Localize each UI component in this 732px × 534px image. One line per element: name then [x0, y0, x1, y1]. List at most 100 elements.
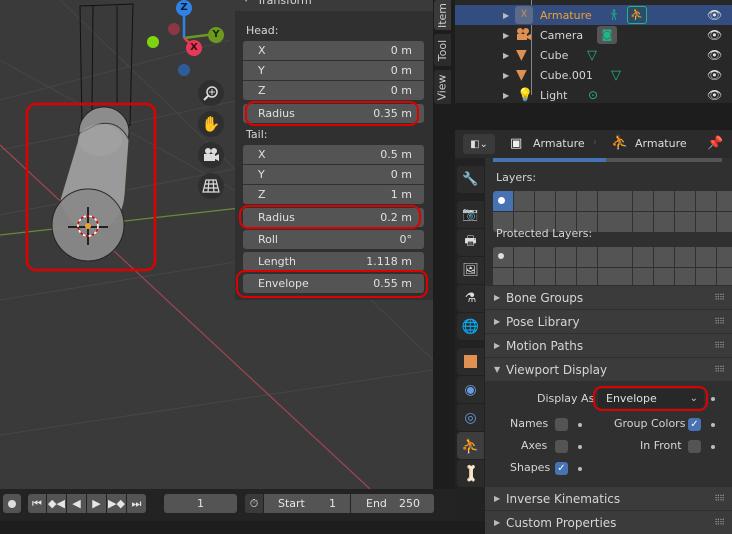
eye-icon[interactable]: 👁 [707, 28, 722, 42]
timeline-header: ⏮ ◆◀ ◀ ▶ ▶◆ ⏭ 1 ⏱ Start 1 End 250 [0, 489, 455, 521]
tab-output[interactable]: 🖶 [457, 229, 484, 256]
camera-data-icon[interactable]: ◙ [597, 26, 617, 44]
zoom-icon [203, 86, 218, 101]
armature-data-icon[interactable]: 𐀪 [610, 6, 618, 24]
start-frame-field[interactable]: Start 1 [264, 494, 350, 513]
drag-grip-icon[interactable]: ⠿⠿ [714, 365, 725, 374]
axes-checkbox[interactable] [555, 440, 568, 453]
tab-armature-data[interactable]: ⛹ [457, 432, 484, 459]
pin-icon[interactable]: 📌 [707, 136, 723, 151]
record-button[interactable] [3, 494, 21, 513]
tab-render[interactable]: 📷 [457, 201, 484, 228]
display-as-highlight [593, 386, 708, 411]
mesh-data-icon[interactable]: ▽ [587, 48, 597, 63]
tail-label: Tail: [246, 128, 268, 141]
hand-pan-icon: ✋ [201, 115, 221, 133]
protected-layers-grid-right[interactable] [612, 247, 732, 288]
panel-bone-groups[interactable]: ▶ Bone Groups ⠿⠿ [485, 285, 732, 309]
camera-view-button[interactable] [198, 142, 224, 168]
pose-icon[interactable]: ⛹ [627, 6, 647, 24]
tail-z-field[interactable]: Z1 m [243, 185, 424, 204]
current-frame-field[interactable]: 1 [164, 494, 237, 513]
eye-icon[interactable]: 👁 [707, 8, 722, 22]
play-button[interactable]: ▶ [87, 494, 106, 513]
play-reverse-button[interactable]: ◀ [67, 494, 86, 513]
roll-field[interactable]: Roll 0° [243, 230, 424, 249]
tab-tool-settings[interactable]: 🔧 [457, 166, 484, 193]
head-radius-highlight [245, 101, 419, 126]
mesh-data-icon[interactable]: ▽ [611, 68, 621, 83]
light-data-icon[interactable]: ⊙ [588, 88, 598, 102]
length-field[interactable]: Length 1.118 m [243, 252, 424, 271]
object-icon: ▣ [510, 136, 523, 151]
keyframe-dot[interactable] [711, 397, 715, 401]
drag-grip-icon[interactable]: ⠿⠿ [714, 341, 725, 350]
layers-grid-right[interactable] [612, 191, 732, 232]
gizmo-z-axis[interactable]: Z [176, 0, 192, 16]
editor-type-dropdown[interactable]: ◧⌄ [463, 134, 495, 154]
jump-start-button[interactable]: ⏮ [28, 494, 46, 513]
drag-grip-icon[interactable]: ⠿⠿ [714, 518, 725, 527]
head-x-field[interactable]: X0 m [243, 41, 424, 60]
gizmo-neg-z [178, 64, 190, 76]
tab-scene[interactable]: ⚗ [457, 285, 484, 312]
world-icon: 🌐 [461, 318, 480, 335]
tab-bone[interactable]: 🦴 [457, 460, 484, 487]
keyframe-dot[interactable] [711, 423, 715, 427]
pan-button[interactable]: ✋ [198, 111, 224, 137]
tab-world[interactable]: 🌐 [457, 313, 484, 340]
drag-grip-icon[interactable]: ⠿⠿ [714, 494, 725, 503]
drag-grip-icon[interactable]: ⠿⠿ [714, 317, 725, 326]
prev-keyframe-button[interactable]: ◆◀ [47, 494, 66, 513]
names-checkbox[interactable] [555, 418, 568, 431]
mesh-object-icon: ▼ [516, 67, 527, 83]
outliner-item-light[interactable]: ▶ 💡 Light ⊙ 👁 [455, 85, 732, 105]
panel-inverse-kinematics[interactable]: ▶ Inverse Kinematics ⠿⠿ [485, 486, 732, 510]
keyframe-dot[interactable] [578, 445, 582, 449]
outliner-item-armature[interactable]: ▶ ☓ Armature 𐀪 ⛹ 👁 [455, 5, 732, 25]
keyframe-dot[interactable] [578, 423, 582, 427]
gizmo-y-axis[interactable]: Y [208, 27, 224, 43]
keyframe-dot[interactable] [578, 467, 582, 471]
eye-icon[interactable]: 👁 [707, 88, 722, 102]
outliner-item-cube[interactable]: ▶ ▼ Cube ▽ 👁 [455, 45, 732, 65]
tab-view-layer[interactable]: 🖼 [457, 257, 484, 284]
ortho-toggle-button[interactable] [198, 173, 224, 199]
scene-icon: ⚗ [464, 291, 477, 306]
tail-x-field[interactable]: X 0.5 m [243, 145, 424, 164]
use-preview-range-button[interactable]: ⏱ [245, 494, 263, 513]
armature-icon: ⛹ [461, 436, 480, 455]
group-colors-checkbox[interactable]: ✓ [688, 418, 701, 431]
tab-physics[interactable]: ◉ [457, 376, 484, 403]
expand-arrow-icon: ▶ [503, 90, 510, 100]
eye-icon[interactable]: 👁 [707, 68, 722, 82]
tail-y-field[interactable]: Y0 m [243, 165, 424, 184]
jump-end-button[interactable]: ⏭ [127, 494, 146, 513]
panel-pose-library[interactable]: ▶ Pose Library ⠿⠿ [485, 309, 732, 333]
properties-header: ◧⌄ ▣ Armature › ⛹ Armature 📌 [455, 130, 732, 158]
tab-view[interactable]: View [434, 70, 451, 104]
tab-item[interactable]: Item [434, 0, 451, 30]
tab-object[interactable] [457, 348, 484, 375]
gizmo-x-axis[interactable]: X [186, 40, 202, 56]
outliner-item-camera[interactable]: ▶ Camera ◙ 👁 [455, 25, 732, 45]
play-reverse-icon: ◀ [72, 497, 81, 510]
eye-icon[interactable]: 👁 [707, 48, 722, 62]
end-frame-field[interactable]: End 250 [351, 494, 434, 513]
outliner-item-cube-001[interactable]: ▶ ▼ Cube.001 ▽ 👁 [455, 65, 732, 85]
head-y-field[interactable]: Y0 m [243, 61, 424, 80]
transform-header[interactable]: ▼ Transform [235, 0, 433, 11]
zoom-button[interactable] [198, 80, 224, 106]
panel-motion-paths[interactable]: ▶ Motion Paths ⠿⠿ [485, 333, 732, 357]
keyframe-dot[interactable] [711, 445, 715, 449]
head-z-field[interactable]: Z0 m [243, 81, 424, 100]
panel-viewport-display[interactable]: ▼ Viewport Display ⠿⠿ [485, 357, 732, 381]
drag-grip-icon[interactable]: ⠿⠿ [714, 293, 725, 302]
tab-constraints[interactable]: ◎ [457, 404, 484, 431]
next-keyframe-button[interactable]: ▶◆ [107, 494, 126, 513]
shapes-checkbox[interactable]: ✓ [555, 462, 568, 475]
in-front-checkbox[interactable] [688, 440, 701, 453]
panel-custom-properties[interactable]: ▶ Custom Properties ⠿⠿ [485, 510, 732, 534]
tab-tool[interactable]: Tool [434, 34, 451, 66]
tail-radius-highlight [239, 205, 421, 229]
